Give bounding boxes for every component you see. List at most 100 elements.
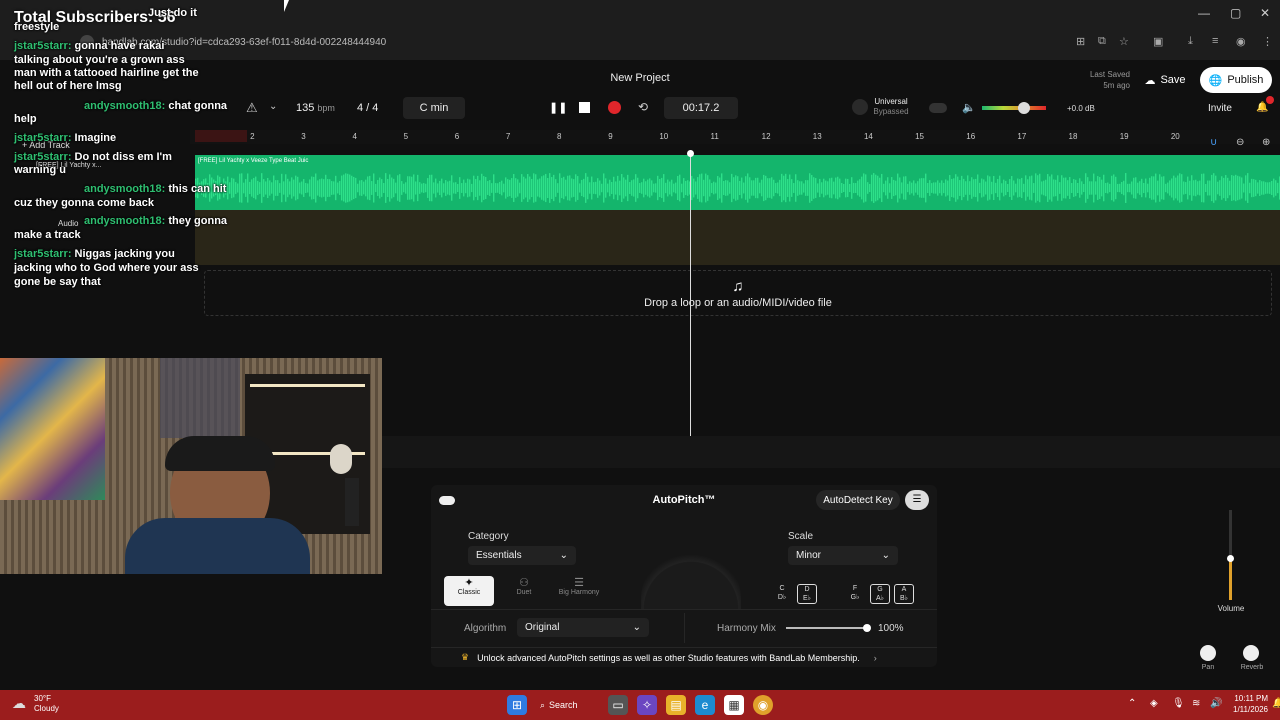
last-saved-label: Last Saved <box>1089 70 1130 79</box>
bpm-unit: bpm <box>317 103 335 113</box>
list-icon[interactable]: ≡ <box>1212 35 1218 47</box>
pitch-knob[interactable] <box>641 549 741 609</box>
ruler-mark: 15 <box>915 132 924 141</box>
chat-text: Imagine <box>74 132 117 144</box>
bypass-toggle[interactable] <box>929 103 947 113</box>
pan-knob[interactable] <box>1200 645 1216 661</box>
clock[interactable]: 10:11 PM 1/11/2026 <box>1228 693 1268 715</box>
category-select[interactable]: Essentials ⌄ <box>468 546 576 565</box>
minimize-icon[interactable]: — <box>1198 6 1210 20</box>
empty-track-lane[interactable] <box>195 210 1280 265</box>
maximize-icon[interactable]: ▢ <box>1230 6 1241 20</box>
invite-button[interactable]: Invite <box>1208 103 1232 114</box>
tuner-icon[interactable]: ⚠ <box>246 100 258 116</box>
magnet-icon[interactable]: ∪ <box>1210 137 1217 148</box>
account-icon[interactable]: ◉ <box>1236 35 1246 48</box>
sidebar-icon[interactable]: ▣ <box>1153 35 1163 48</box>
project-title[interactable]: New Project <box>560 72 720 84</box>
note-c[interactable]: C D♭ <box>773 584 791 604</box>
sliders-icon[interactable]: ☰ <box>905 490 929 510</box>
time-signature[interactable]: 4 / 4 <box>357 102 378 114</box>
menu-icon[interactable]: ⋮ <box>1262 35 1273 48</box>
record-icon[interactable] <box>608 101 621 114</box>
chevron-down-icon[interactable]: ⌄ <box>269 101 277 112</box>
weather-widget[interactable]: 30°F Cloudy <box>34 694 59 714</box>
autopitch-toggle[interactable] <box>439 496 455 505</box>
key-button[interactable]: C min <box>403 97 465 119</box>
harmony-mix-slider[interactable] <box>786 627 868 629</box>
chat-line: jacking who to God where your ass <box>14 262 199 274</box>
harmony-mix-value: 100% <box>878 623 904 634</box>
notification-icon[interactable]: 🔔 <box>1272 698 1280 709</box>
playhead[interactable] <box>690 152 691 436</box>
note-f[interactable]: F G♭ <box>846 584 864 604</box>
reverb-label: Reverb <box>1240 664 1264 671</box>
mode-duet[interactable]: ⚇ Duet <box>499 576 549 606</box>
file-explorer-icon[interactable]: ▤ <box>666 695 686 715</box>
volume-knob[interactable] <box>1227 555 1234 562</box>
publish-button[interactable]: 🌐 Publish <box>1200 67 1272 93</box>
tray-chevron-icon[interactable]: ⌃ <box>1128 698 1136 709</box>
harmony-mix-knob[interactable] <box>863 624 871 632</box>
drop-zone[interactable]: ♫ Drop a loop or an audio/MIDI/video fil… <box>204 270 1272 316</box>
bpm-field[interactable]: 135 bpm <box>296 102 335 114</box>
stop-icon[interactable] <box>579 102 590 113</box>
mode-big-harmony[interactable]: ☰ Big Harmony <box>554 576 604 606</box>
pause-icon[interactable]: ❚❚ <box>549 101 567 114</box>
ruler-mark: 8 <box>557 132 562 141</box>
mode-classic[interactable]: ✦ Classic <box>444 576 494 606</box>
bypassed-label: Bypassed <box>873 107 909 116</box>
ruler-mark: 3 <box>301 132 306 141</box>
music-note-icon: ♫ <box>732 277 744 295</box>
zoom-out-icon[interactable]: ⊖ <box>1236 137 1244 148</box>
search-button[interactable]: ⌕ Search <box>540 695 578 715</box>
reverb-knob[interactable] <box>1243 645 1259 661</box>
scale-select[interactable]: Minor ⌄ <box>788 546 898 565</box>
store-icon[interactable]: ▦ <box>724 695 744 715</box>
translate-icon[interactable]: ⊞ <box>1076 35 1085 48</box>
tray-app-icon[interactable]: ◈ <box>1150 698 1158 709</box>
chrome-icon[interactable]: ◉ <box>753 695 773 715</box>
note-d[interactable]: D E♭ <box>797 584 817 604</box>
note-a[interactable]: A B♭ <box>894 584 914 604</box>
copilot-icon[interactable]: ✧ <box>637 695 657 715</box>
chat-text: gonna have rakai <box>74 40 165 52</box>
loop-icon[interactable]: ⟲ <box>638 100 648 114</box>
close-icon[interactable]: ✕ <box>1260 6 1270 20</box>
edge-icon[interactable]: e <box>695 695 715 715</box>
bell-icon[interactable]: 🔔 <box>1256 102 1268 113</box>
algorithm-select[interactable]: Original ⌄ <box>517 618 649 637</box>
chat-text: Do not diss em I'm <box>74 151 172 163</box>
zoom-in-icon[interactable]: ⊕ <box>1262 137 1270 148</box>
address-bar[interactable]: bandlab.com/studio?id=cdca293-63ef-f011-… <box>80 33 1080 51</box>
microphone-icon[interactable]: 🎙 <box>1172 698 1185 709</box>
task-view-icon[interactable]: ▭ <box>608 695 628 715</box>
universal-fx[interactable]: Universal Bypassed <box>872 97 910 117</box>
weather-temp: 30°F <box>34 694 51 703</box>
note-g[interactable]: G A♭ <box>870 584 890 604</box>
master-volume-slider[interactable] <box>982 106 1046 110</box>
ruler-mark: 6 <box>454 132 460 141</box>
download-icon[interactable]: ⤓ <box>1188 35 1193 48</box>
ruler-mark: 12 <box>761 132 771 141</box>
master-volume-knob[interactable] <box>1018 102 1030 114</box>
install-icon[interactable]: ⧉ <box>1098 35 1106 48</box>
volume-label: Volume <box>1217 604 1245 613</box>
mode-big-harmony-label: Big Harmony <box>558 589 600 596</box>
volume-icon[interactable]: 🔊 <box>1210 698 1222 709</box>
audio-clip[interactable]: [FREE] Lil Yachty x Veeze Type Beat Juic <box>195 155 1280 210</box>
windows-start-icon[interactable]: ⊞ <box>507 695 527 715</box>
note-top: G <box>877 586 883 593</box>
note-top: C <box>779 585 785 592</box>
speaker-icon[interactable]: 🔈 <box>962 101 976 114</box>
skull-decor <box>330 444 352 474</box>
ruler-mark: 2 <box>250 132 255 141</box>
wifi-icon[interactable]: ≋ <box>1192 698 1200 709</box>
bookmark-icon[interactable]: ☆ <box>1119 35 1129 48</box>
membership-banner[interactable]: ♛ Unlock advanced AutoPitch settings as … <box>431 647 937 667</box>
playhead-handle[interactable] <box>687 150 694 157</box>
chat-line: hell out of here lmsg <box>14 80 122 92</box>
autodetect-key-button[interactable]: AutoDetect Key <box>816 490 900 510</box>
save-button[interactable]: ☁ Save <box>1136 67 1194 93</box>
timeline-ruler[interactable]: 1234567891011121314151617181920 <box>190 130 1280 144</box>
